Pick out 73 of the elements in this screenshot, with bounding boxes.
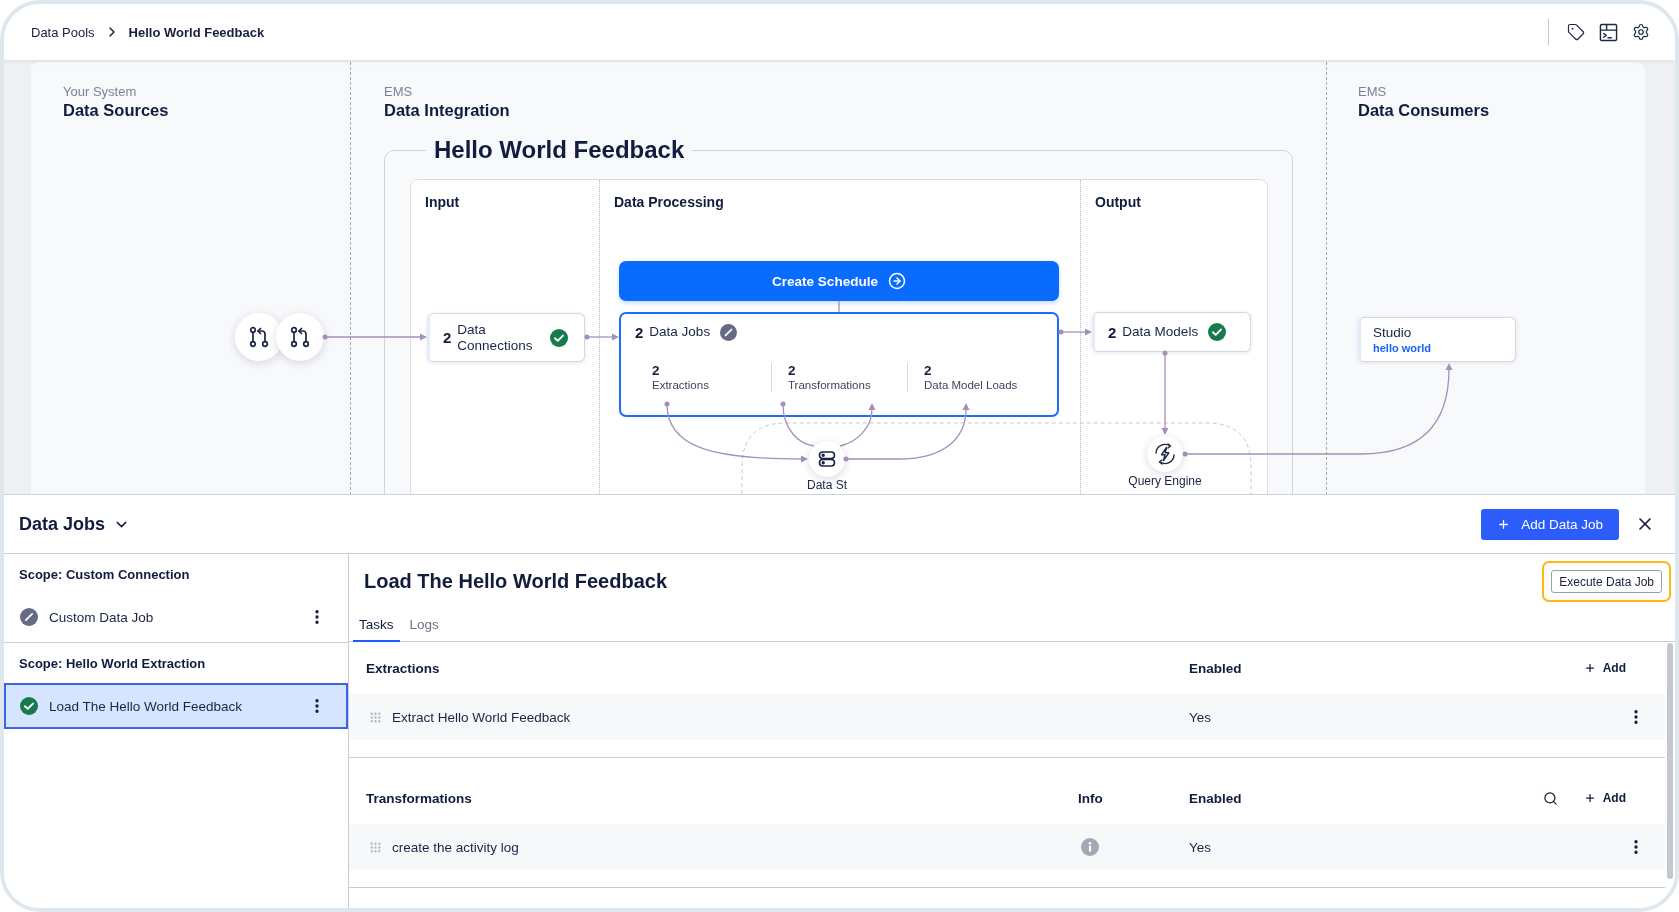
connector-arrow <box>584 333 619 341</box>
add-button[interactable]: Add <box>1583 661 1626 675</box>
job-title: Load The Hello World Feedback <box>364 570 667 593</box>
data-job-name: Load The Hello World Feedback <box>49 698 243 714</box>
data-jobs-dropdown[interactable]: Data Jobs <box>19 513 131 535</box>
stat-label: Extractions <box>652 378 709 392</box>
execute-data-job-button[interactable]: Execute Data Job <box>1551 570 1662 593</box>
connector-arrow <box>1058 328 1092 336</box>
arrow-circle-right-icon <box>887 272 906 290</box>
terminal-window-icon[interactable] <box>1599 22 1618 42</box>
studio-node[interactable]: Studio hello world <box>1358 317 1516 362</box>
column-overline: EMS <box>384 84 413 100</box>
data-models-node[interactable]: 2 Data Models <box>1092 312 1251 352</box>
plus-icon <box>1497 517 1511 531</box>
section-title: Transformations <box>366 790 472 806</box>
pull-request-icon <box>276 313 324 361</box>
scrollbar-thumb[interactable] <box>1667 643 1673 879</box>
stage-title: Data Processing <box>614 194 724 211</box>
column-header: Enabled <box>1189 790 1242 806</box>
settings-icon[interactable] <box>1632 23 1650 41</box>
node-label: Data Models <box>1122 324 1199 340</box>
node-count: 2 <box>1108 323 1117 341</box>
add-data-job-button[interactable]: Add Data Job <box>1481 508 1619 540</box>
enabled-value: Yes <box>1189 839 1212 855</box>
column-overline: EMS <box>1358 84 1387 100</box>
connector-line <box>838 300 840 313</box>
node-label: Data Jobs <box>649 324 711 340</box>
stage-title: Input <box>425 194 460 211</box>
node-subtitle: hello world <box>1373 341 1432 355</box>
node-label: Data Connections <box>457 321 534 354</box>
node-label: Query Engine <box>1128 474 1202 488</box>
column-overline: Your System <box>63 84 137 100</box>
tab[interactable]: Logs <box>403 609 445 642</box>
plus-icon <box>1583 792 1596 804</box>
node-title: Studio <box>1373 324 1412 341</box>
breadcrumb-link[interactable]: Data Pools <box>31 24 95 40</box>
tag-icon[interactable] <box>1567 23 1585 41</box>
column-header: Enabled <box>1189 660 1242 676</box>
stat-count: 2 <box>924 363 932 378</box>
data-job-name: Custom Data Job <box>49 609 154 625</box>
column-header: Info <box>1078 790 1103 806</box>
drag-handle-icon[interactable] <box>369 710 382 724</box>
node-label: Data St <box>807 478 847 492</box>
add-button[interactable]: Add <box>1583 791 1626 805</box>
column-title: Data Sources <box>63 100 169 120</box>
scope-title: Scope: Hello World Extraction <box>18 654 207 673</box>
plus-icon <box>1583 662 1596 674</box>
pool-title: Hello World Feedback <box>433 135 686 165</box>
data-jobs-node[interactable]: 2 Data Jobs 2 Extractions 2 Transformations 2 Data Model Loads <box>619 312 1059 417</box>
stat-label: Transformations <box>788 378 871 392</box>
stat-count: 2 <box>788 363 796 378</box>
task-row[interactable]: create the activity log Yes <box>349 824 1665 870</box>
enabled-value: Yes <box>1189 709 1212 725</box>
node-count: 2 <box>635 323 644 341</box>
task-name: Extract Hello World Feedback <box>392 709 571 725</box>
stage-title: Output <box>1095 194 1141 211</box>
task-row[interactable]: Extract Hello World Feedback Yes <box>349 694 1665 740</box>
drag-handle-icon[interactable] <box>369 840 382 854</box>
data-job-item[interactable]: Custom Data Job <box>4 594 348 640</box>
create-schedule-button[interactable]: Create Schedule <box>619 261 1059 301</box>
task-name: create the activity log <box>392 839 519 855</box>
column-title: Data Consumers <box>1358 100 1490 120</box>
scope-title: Scope: Custom Connection <box>18 565 191 584</box>
breadcrumb-link[interactable]: Hello World Feedback <box>128 24 265 40</box>
data-job-item[interactable]: Load The Hello World Feedback <box>4 683 348 729</box>
search-icon[interactable] <box>1542 790 1558 806</box>
stat-label: Data Model Loads <box>924 378 1018 392</box>
stat-count: 2 <box>652 363 660 378</box>
column-title: Data Integration <box>384 100 510 120</box>
node-count: 2 <box>443 329 452 346</box>
section-title: Extractions <box>366 660 440 676</box>
tab[interactable]: Tasks <box>353 609 400 642</box>
connector-line <box>780 401 815 447</box>
